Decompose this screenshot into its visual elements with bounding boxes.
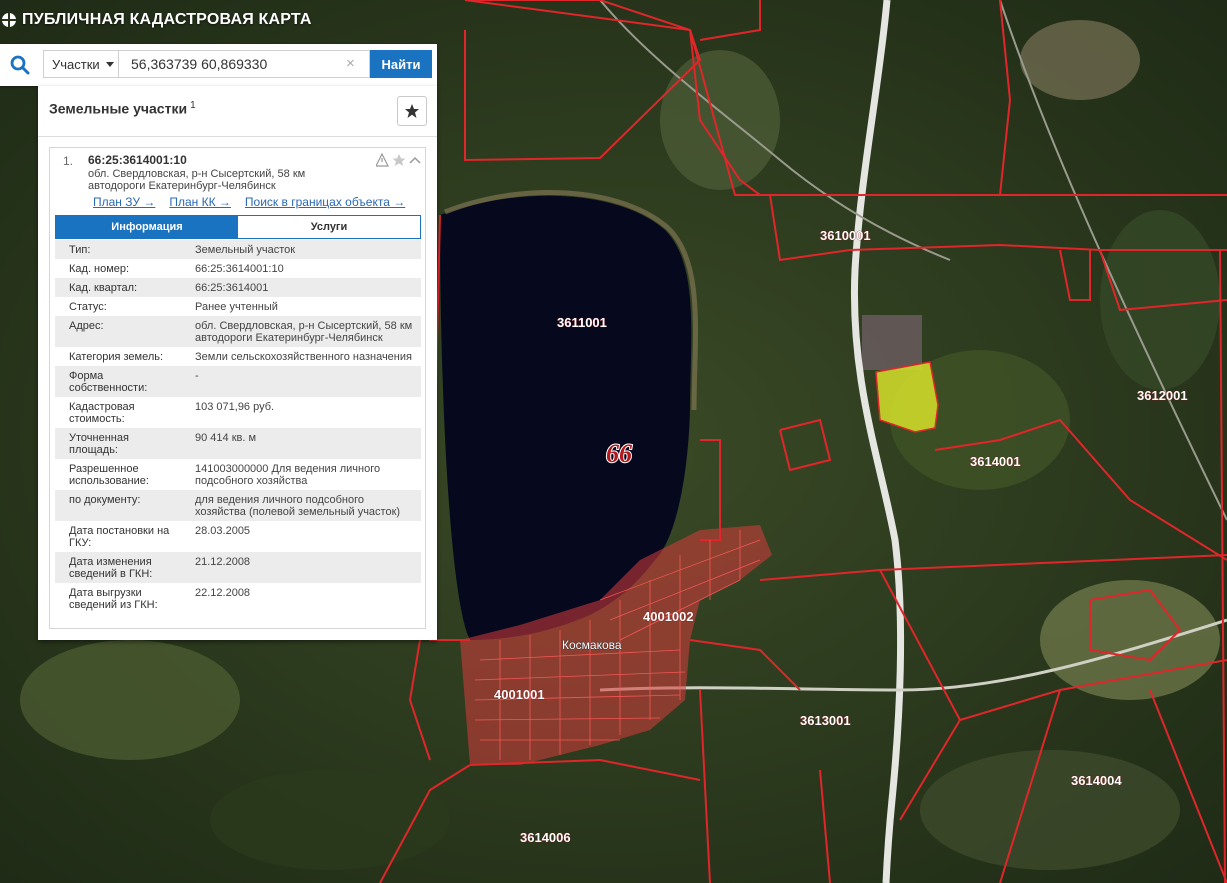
parcel-card: 1. 66:25:3614001:10 обл. Свердловская, р… [49, 147, 426, 629]
field-value: для ведения личного подсобного хозяйства… [195, 494, 401, 518]
tab-services[interactable]: Услуги [238, 216, 420, 238]
logo-icon [2, 13, 16, 27]
table-row: Форма собственности: - [55, 366, 421, 397]
panel-title: Земельные участки 1 [49, 100, 196, 117]
table-row: Кад. номер: 66:25:3614001:10 [55, 259, 421, 278]
chevron-up-icon[interactable] [409, 156, 421, 164]
table-row: Тип: Земельный участок [55, 240, 421, 259]
warning-icon[interactable] [376, 153, 389, 167]
field-plot [862, 315, 922, 370]
field-label: Тип: [69, 244, 91, 256]
item-number: 1. [63, 154, 74, 168]
chevron-down-icon [105, 61, 114, 67]
field-label: Дата постановки на ГКУ: [69, 525, 170, 549]
field-label: Разрешенное использование: [69, 463, 149, 487]
quarter-label: 3614004 [1071, 773, 1122, 788]
find-button[interactable]: Найти [370, 50, 432, 78]
field-value: Земельный участок [195, 244, 296, 256]
table-row: Кадастровая стоимость: 103 071,96 руб. [55, 397, 421, 428]
result-count: 1 [190, 100, 196, 111]
table-row: Дата выгрузки сведений из ГКН: 22.12.2008 [55, 583, 421, 614]
field-value-link[interactable]: 66:25:3614001 [175, 278, 421, 297]
table-row: Категория земель: Земли сельскохозяйствен… [55, 347, 421, 366]
field-value-link[interactable]: 66:25:3614001:10 [175, 259, 421, 278]
search-bar: Участки × Найти [0, 44, 437, 86]
cadastral-number[interactable]: 66:25:3614001:10 [88, 153, 187, 167]
field-label: Дата выгрузки сведений из ГКН: [69, 587, 158, 611]
top-bar: ПУБЛИЧНАЯ КАДАСТРОВАЯ КАРТА [0, 0, 312, 40]
table-row: Статус: Ранее учтенный [55, 297, 421, 316]
table-row: Уточненная площадь: 90 414 кв. м [55, 428, 421, 459]
field-label: Категория земель: [69, 351, 164, 363]
card-tabs: Информация Услуги [55, 215, 421, 239]
field-label: Форма собственности: [69, 370, 148, 394]
table-row: Дата изменения сведений в ГКН: 21.12.2008 [55, 552, 421, 583]
field-value: Ранее учтенный [195, 301, 278, 313]
info-table: Тип: Земельный участок Кад. номер: 66:25:3… [55, 240, 421, 614]
panel-header: Земельные участки 1 [38, 86, 437, 137]
panel-title-text: Земельные участки [49, 100, 188, 117]
table-row: по документу: для ведения личного подсобн… [55, 490, 421, 521]
table-row: Кад. квартал: 66:25:3614001 [55, 278, 421, 297]
field-value: обл. Свердловская, р-н Сысертский, 58 км… [195, 320, 413, 344]
close-icon[interactable]: × [346, 56, 355, 71]
village-label: Космакова [562, 638, 622, 652]
field-value: 22.12.2008 [195, 587, 251, 599]
field-value: 28.03.2005 [195, 525, 251, 537]
field-label: Адрес: [69, 320, 104, 332]
quarter-label: 3614006 [520, 830, 571, 845]
card-actions [376, 153, 421, 167]
quarter-label: 4001002 [643, 609, 694, 624]
search-in-bounds-link[interactable]: Поиск в границах объекта → [245, 195, 405, 209]
field-label: Дата изменения сведений в ГКН: [69, 556, 153, 580]
parcel-links: План ЗУ → План КК → Поиск в границах объек… [93, 195, 419, 209]
app-title: ПУБЛИЧНАЯ КАДАСТРОВАЯ КАРТА [22, 11, 312, 28]
search-input[interactable] [118, 50, 370, 78]
field-value: 103 071,96 руб. [195, 401, 275, 413]
table-row: Разрешенное использование: 141003000000 Д… [55, 459, 421, 490]
field-value: 90 414 кв. м [195, 432, 257, 444]
field-label: Статус: [69, 301, 107, 313]
field-value: Земли сельскохозяйственного назначения [195, 351, 412, 363]
quarter-label: 3613001 [800, 713, 851, 728]
table-row: Адрес: обл. Свердловская, р-н Сысертский,… [55, 316, 421, 347]
field-value: 141003000000 Для ведения личного подсобн… [195, 463, 381, 487]
field-value: - [195, 370, 199, 382]
field-label: Уточненная площадь: [69, 432, 129, 456]
search-icon[interactable] [10, 55, 30, 75]
plan-zu-link[interactable]: План ЗУ → [93, 195, 155, 209]
selected-parcel[interactable] [875, 361, 939, 433]
field-value: 21.12.2008 [195, 556, 251, 568]
field-label: по документу: [69, 494, 141, 506]
field-label: Кад. квартал: [69, 282, 138, 294]
region-label: 66 [606, 439, 632, 468]
table-row: Дата постановки на ГКУ: 28.03.2005 [55, 521, 421, 552]
favorites-button[interactable] [397, 96, 427, 126]
tab-info[interactable]: Информация [56, 216, 238, 238]
results-panel: Земельные участки 1 1. 66:25:3614001:10 о… [38, 86, 437, 640]
star-icon [405, 104, 419, 118]
field-label: Кадастровая стоимость: [69, 401, 135, 425]
type-select-label: Участки [52, 56, 100, 72]
quarter-label: 3610001 [820, 228, 871, 243]
type-select[interactable]: Участки [43, 50, 118, 78]
quarter-label: 3611001 [557, 315, 607, 330]
plan-kk-link[interactable]: План КК → [169, 195, 231, 209]
quarter-label: 3614001 [970, 454, 1021, 469]
quarter-label: 4001001 [494, 687, 545, 702]
quarter-label: 3612001 [1137, 388, 1188, 403]
parcel-address: обл. Свердловская, р-н Сысертский, 58 км… [88, 168, 306, 192]
field-label: Кад. номер: [69, 263, 130, 275]
star-icon[interactable] [392, 154, 406, 166]
